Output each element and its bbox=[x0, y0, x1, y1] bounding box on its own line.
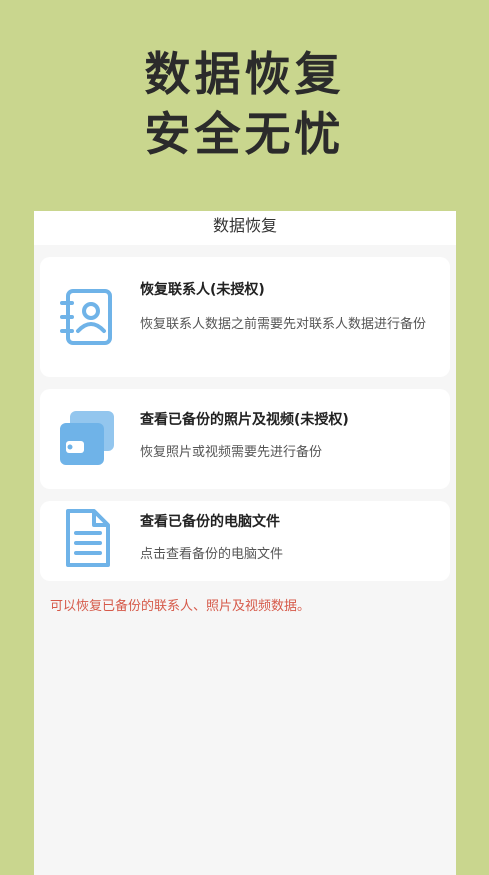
promo-headline: 数据恢复 安全无忧 bbox=[0, 44, 489, 164]
view-photos-card[interactable]: 查看已备份的照片及视频(未授权) 恢复照片或视频需要先进行备份 bbox=[40, 389, 450, 489]
card-description: 点击查看备份的电脑文件 bbox=[140, 547, 284, 562]
restore-contacts-card[interactable]: 恢复联系人(未授权) 恢复联系人数据之前需要先对联系人数据进行备份 bbox=[40, 257, 450, 377]
view-pc-files-card[interactable]: 查看已备份的电脑文件 点击查看备份的电脑文件 bbox=[40, 501, 450, 581]
promo-line-2: 安全无忧 bbox=[144, 107, 345, 161]
card-description: 恢复联系人数据之前需要先对联系人数据进行备份 bbox=[140, 317, 427, 332]
promo-line-1: 数据恢复 bbox=[144, 47, 345, 101]
card-title: 恢复联系人(未授权) bbox=[140, 282, 265, 298]
nav-bar: 数据恢复 bbox=[34, 211, 456, 245]
card-title: 查看已备份的电脑文件 bbox=[140, 514, 280, 530]
photos-icon bbox=[56, 407, 118, 473]
card-title: 查看已备份的照片及视频(未授权) bbox=[140, 412, 349, 428]
app-screen: 数据恢复 恢复联系人(未授权) 恢复联系人数据之前需要先对联系人数据进行备份 查… bbox=[34, 211, 456, 875]
page-title: 数据恢复 bbox=[212, 216, 277, 235]
contacts-book-icon bbox=[56, 287, 118, 351]
document-icon bbox=[56, 507, 118, 573]
info-note: 可以恢复已备份的联系人、照片及视频数据。 bbox=[50, 599, 311, 614]
card-description: 恢复照片或视频需要先进行备份 bbox=[140, 445, 323, 460]
